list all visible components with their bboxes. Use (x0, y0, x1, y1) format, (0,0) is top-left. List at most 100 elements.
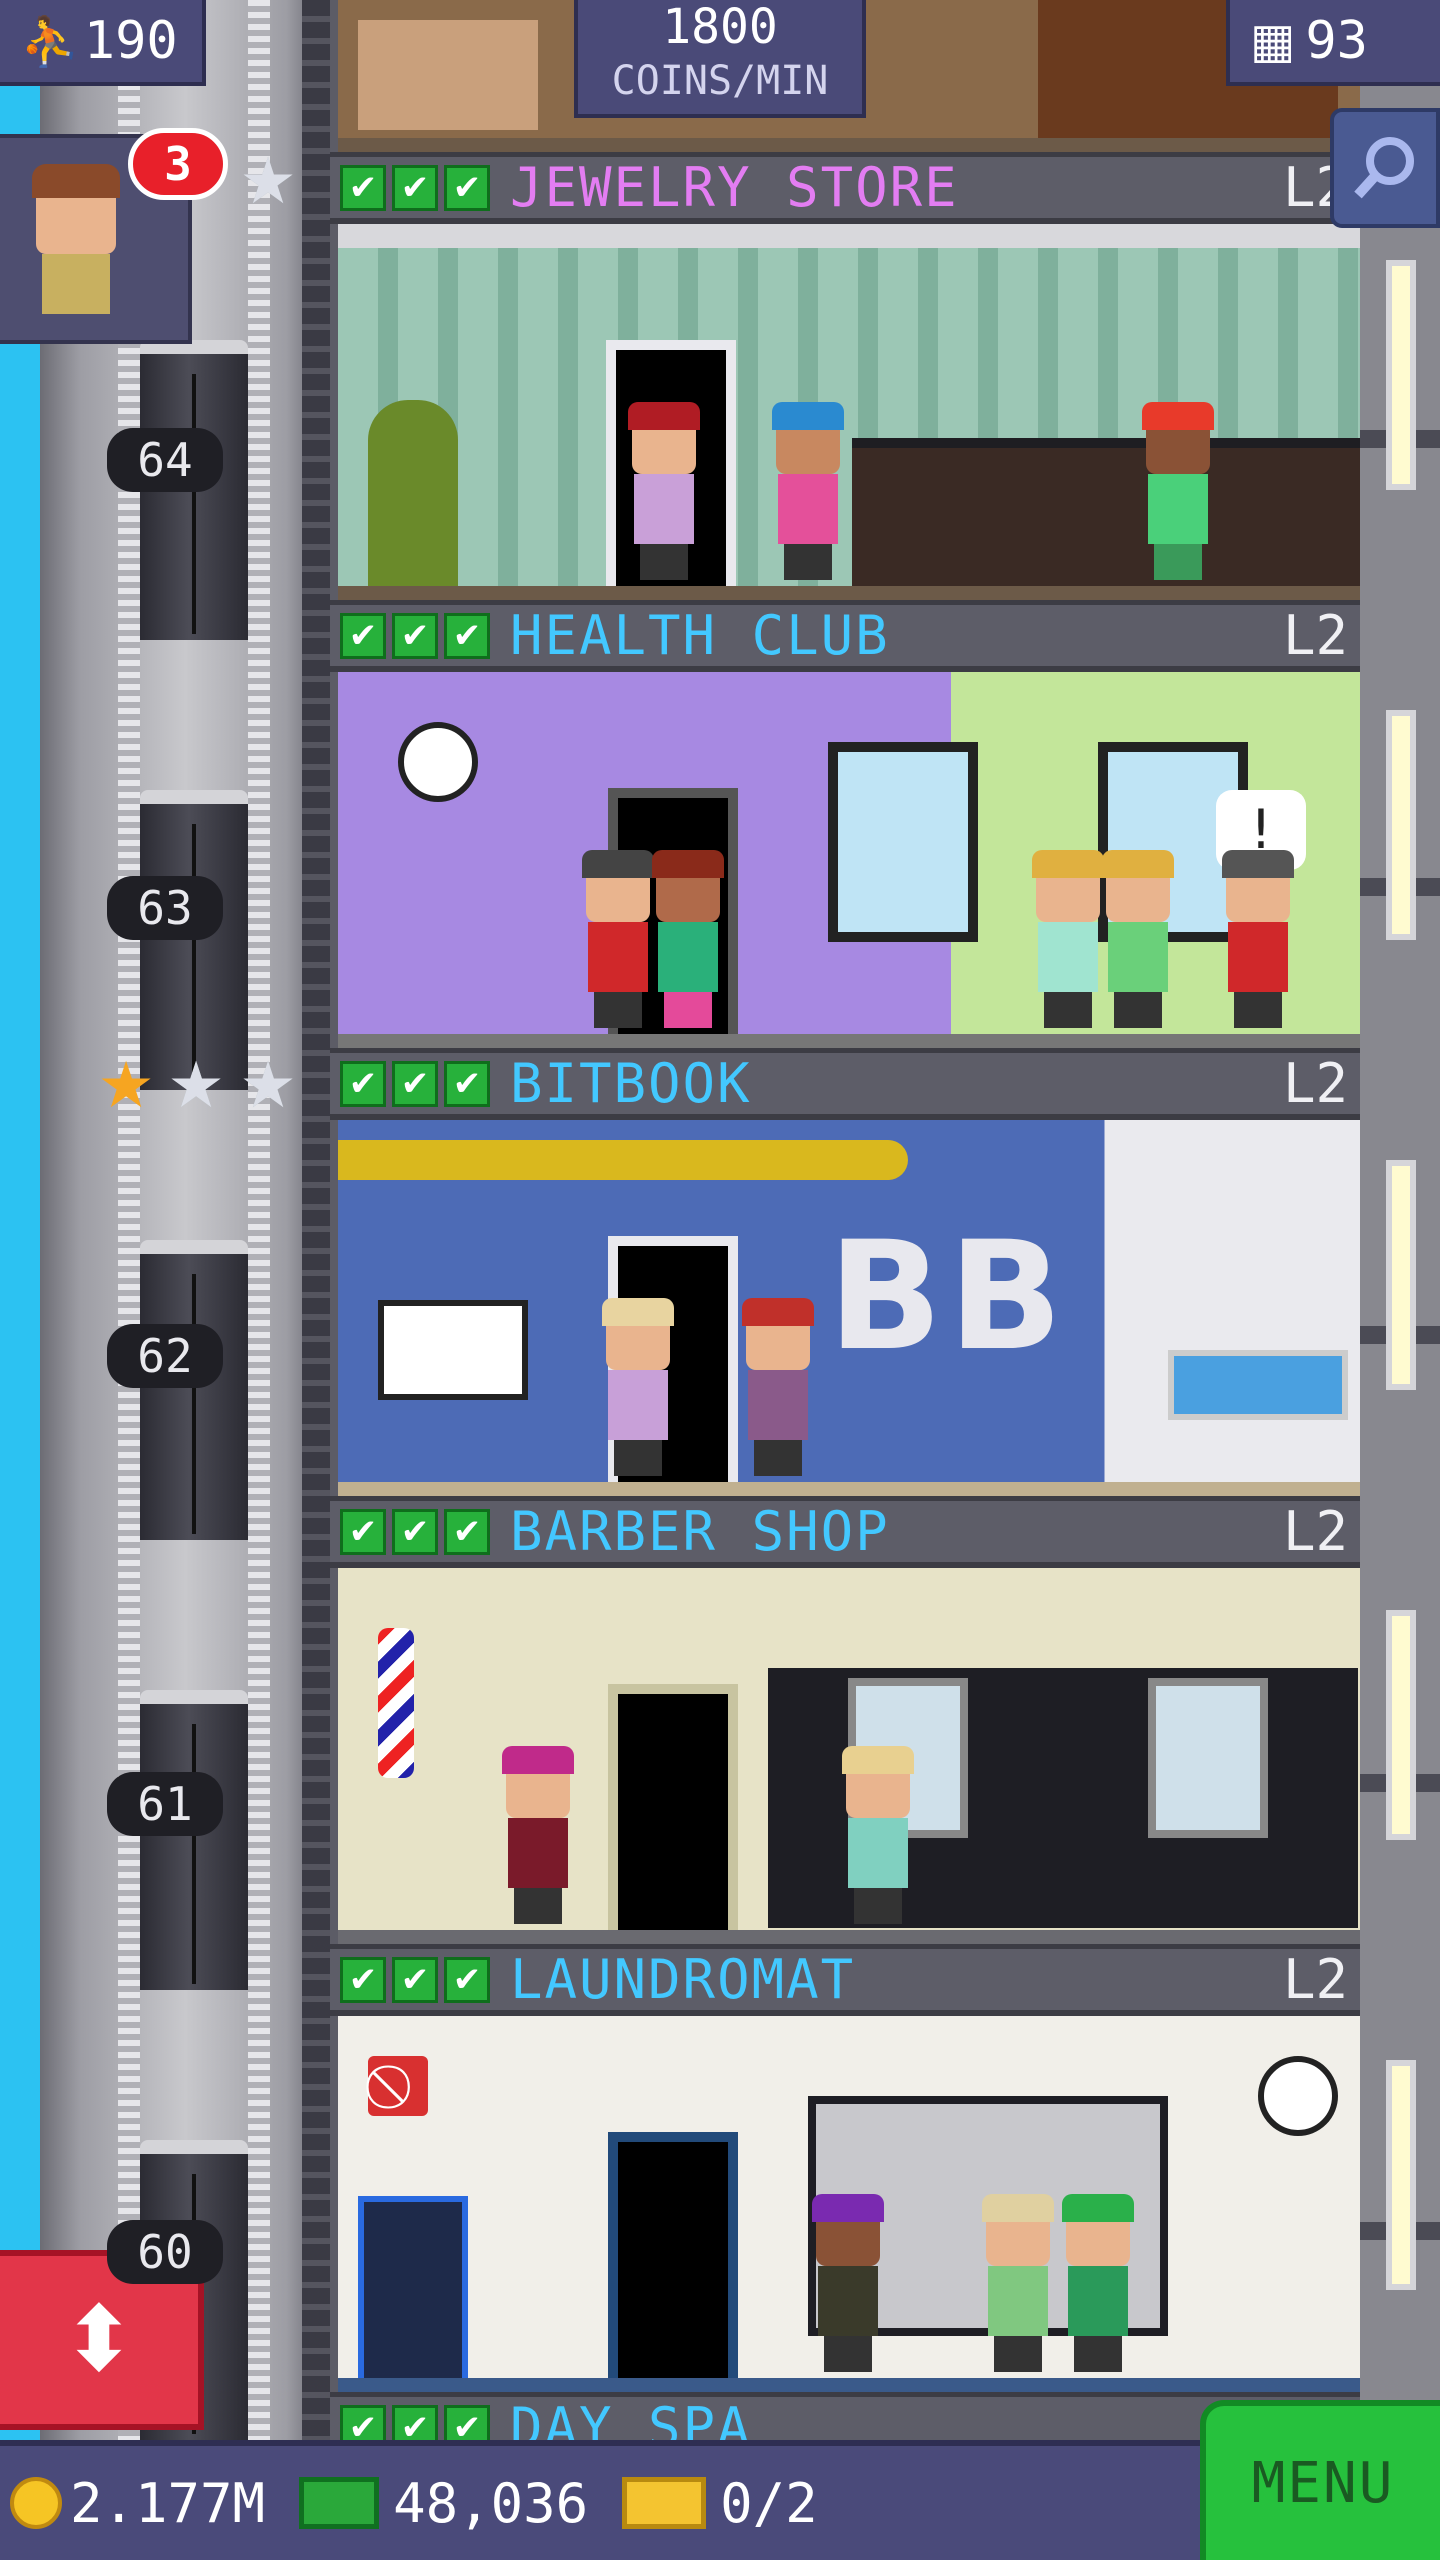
floor-name: BARBER SHOP (510, 1500, 890, 1563)
check-icon: ✔ (340, 164, 386, 211)
bitbook-sign: BB (828, 1210, 1069, 1384)
coins-per-minute-value: 1800 (662, 0, 778, 55)
room-barber-shop[interactable] (330, 1568, 1360, 1944)
coins-per-minute: 1800 COINS/MIN (574, 0, 866, 118)
star-icon: ★ (239, 145, 297, 219)
visitor-avatar (32, 164, 120, 254)
check-icon: ✔ (340, 612, 386, 659)
elevator-arrows-icon: ⬍ (61, 2287, 137, 2392)
floor-name: HEALTH CLUB (510, 604, 890, 667)
floor-name: JEWELRY STORE (510, 156, 959, 219)
tickets-value: 0/2 (720, 2471, 818, 2535)
check-icon: ✔ (392, 1956, 438, 2003)
tower-resident[interactable] (1218, 850, 1298, 1028)
barber-pole (378, 1628, 414, 1778)
room-door (608, 1684, 738, 1944)
floor-number: 63 (107, 876, 223, 940)
floor-level: L2 (1282, 604, 1348, 667)
floor-level: L2 (1282, 1052, 1348, 1115)
check-icon: ✔ (340, 1956, 386, 2003)
check-icon: ✔ (340, 1060, 386, 1107)
ticket-icon (622, 2477, 707, 2529)
elevator-car (140, 1690, 248, 1990)
coins-per-minute-label: COINS/MIN (611, 58, 829, 104)
elevator-rail-left (118, 0, 140, 2560)
bux-value: 48,036 (393, 2471, 589, 2535)
visitor-badge: 3 (128, 128, 228, 200)
monitor (1168, 1350, 1348, 1420)
check-icon: ✔ (444, 612, 490, 659)
room-bitbook[interactable]: BB (330, 1120, 1360, 1496)
elevator-car (140, 790, 248, 1090)
elevator-rail-right (248, 0, 270, 2560)
floor-name: LAUNDROMAT (510, 1948, 856, 2011)
floor-number: 62 (107, 1324, 223, 1388)
check-icon: ✔ (392, 612, 438, 659)
elevator-shaft (40, 0, 330, 2560)
star-icon: ★ (97, 1049, 155, 1123)
star-icon: ★ (167, 1049, 225, 1123)
wall-window (1386, 260, 1416, 490)
floor-level: L2 (1282, 1948, 1348, 2011)
wall-window (1386, 1160, 1416, 1390)
find-bitizen-button[interactable] (1330, 108, 1440, 228)
check-icon: ✔ (444, 1956, 490, 2003)
check-icon: ✔ (444, 1508, 490, 1555)
wall-window (1386, 1610, 1416, 1840)
floor-bar-barber-shop[interactable]: ✔ ✔ ✔ BARBER SHOP L2 (330, 1496, 1360, 1568)
check-icon: ✔ (392, 164, 438, 211)
tower-resident[interactable] (1058, 2194, 1138, 2372)
tower-resident[interactable] (1138, 402, 1218, 580)
floor-level: L2 (1282, 1500, 1348, 1563)
check-icon: ✔ (392, 1060, 438, 1107)
no-sign-icon: ⃠ (368, 2056, 428, 2116)
floor-count[interactable]: ▦ 93 (1226, 0, 1440, 86)
floor-bar-health-club[interactable]: ✔ ✔ ✔ HEALTH CLUB L2 (330, 600, 1360, 672)
floor-name: BITBOOK (510, 1052, 752, 1115)
tower-resident[interactable] (738, 1298, 818, 1476)
menu-button[interactable]: MENU (1200, 2400, 1440, 2560)
room-health-club[interactable]: ! (330, 672, 1360, 1048)
floor-count-value: 93 (1305, 11, 1368, 71)
tower-resident[interactable] (808, 2194, 888, 2372)
check-icon: ✔ (444, 164, 490, 211)
wall-window (1386, 710, 1416, 940)
room-door (608, 2132, 738, 2392)
monitor (378, 1300, 528, 1400)
clock-icon (398, 722, 478, 802)
tower-resident[interactable] (978, 2194, 1058, 2372)
floor-bar-bitbook[interactable]: ✔ ✔ ✔ BITBOOK L2 (330, 1048, 1360, 1120)
check-icon: ✔ (392, 1508, 438, 1555)
coin-icon (10, 2477, 62, 2529)
check-icon: ✔ (340, 1508, 386, 1555)
floor-number: 61 (107, 1772, 223, 1836)
tower-resident[interactable] (598, 1298, 678, 1476)
floor-number: 64 (107, 428, 223, 492)
population-value: 190 (83, 11, 178, 71)
bux-icon (299, 2477, 380, 2529)
tower-resident[interactable] (648, 850, 728, 1028)
search-icon (1354, 137, 1414, 199)
star-icon: ★ (239, 1049, 297, 1123)
room-laundromat[interactable]: ⃠ (330, 2016, 1360, 2392)
floor-bar-jewelry-store[interactable]: ✔ ✔ ✔ JEWELRY STORE L2 (330, 152, 1360, 224)
tower-resident[interactable] (1028, 850, 1108, 1028)
floor-bar-laundromat[interactable]: ✔ ✔ ✔ LAUNDROMAT L2 (330, 1944, 1360, 2016)
population-counter[interactable]: ⛹ 190 (0, 0, 206, 86)
floor-number: 60 (107, 2220, 223, 2284)
room-jewelry-store[interactable] (330, 224, 1360, 600)
shaft-post (302, 0, 330, 2560)
tower-resident[interactable] (838, 1746, 918, 1924)
tower-resident[interactable] (624, 402, 704, 580)
vending-machine (358, 2196, 468, 2392)
coins-value: 2.177M (70, 2471, 266, 2535)
check-icon: ✔ (444, 1060, 490, 1107)
tower-resident[interactable] (1098, 850, 1178, 1028)
elevator-car (140, 1240, 248, 1540)
tower-resident[interactable] (768, 402, 848, 580)
tower-resident[interactable] (498, 1746, 578, 1924)
person-icon: ⛹ (20, 13, 80, 70)
wall-window (1386, 2060, 1416, 2290)
clock-icon (1258, 2056, 1338, 2136)
tower-resident[interactable] (578, 850, 658, 1028)
